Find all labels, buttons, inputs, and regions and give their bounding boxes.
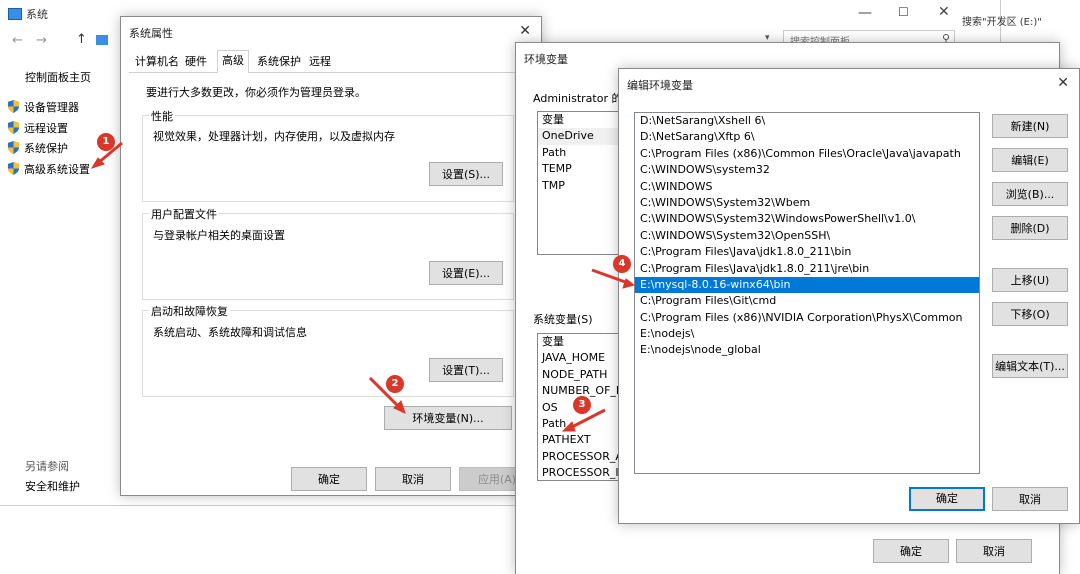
step-marker-4: 4 [613, 255, 631, 273]
arrow-3-head [561, 421, 576, 432]
arrow-3 [569, 408, 606, 430]
step-marker-3: 3 [573, 396, 591, 414]
annotation-arrows [90, 141, 636, 432]
step-marker-1: 1 [97, 133, 115, 151]
step-marker-2: 2 [386, 375, 404, 393]
